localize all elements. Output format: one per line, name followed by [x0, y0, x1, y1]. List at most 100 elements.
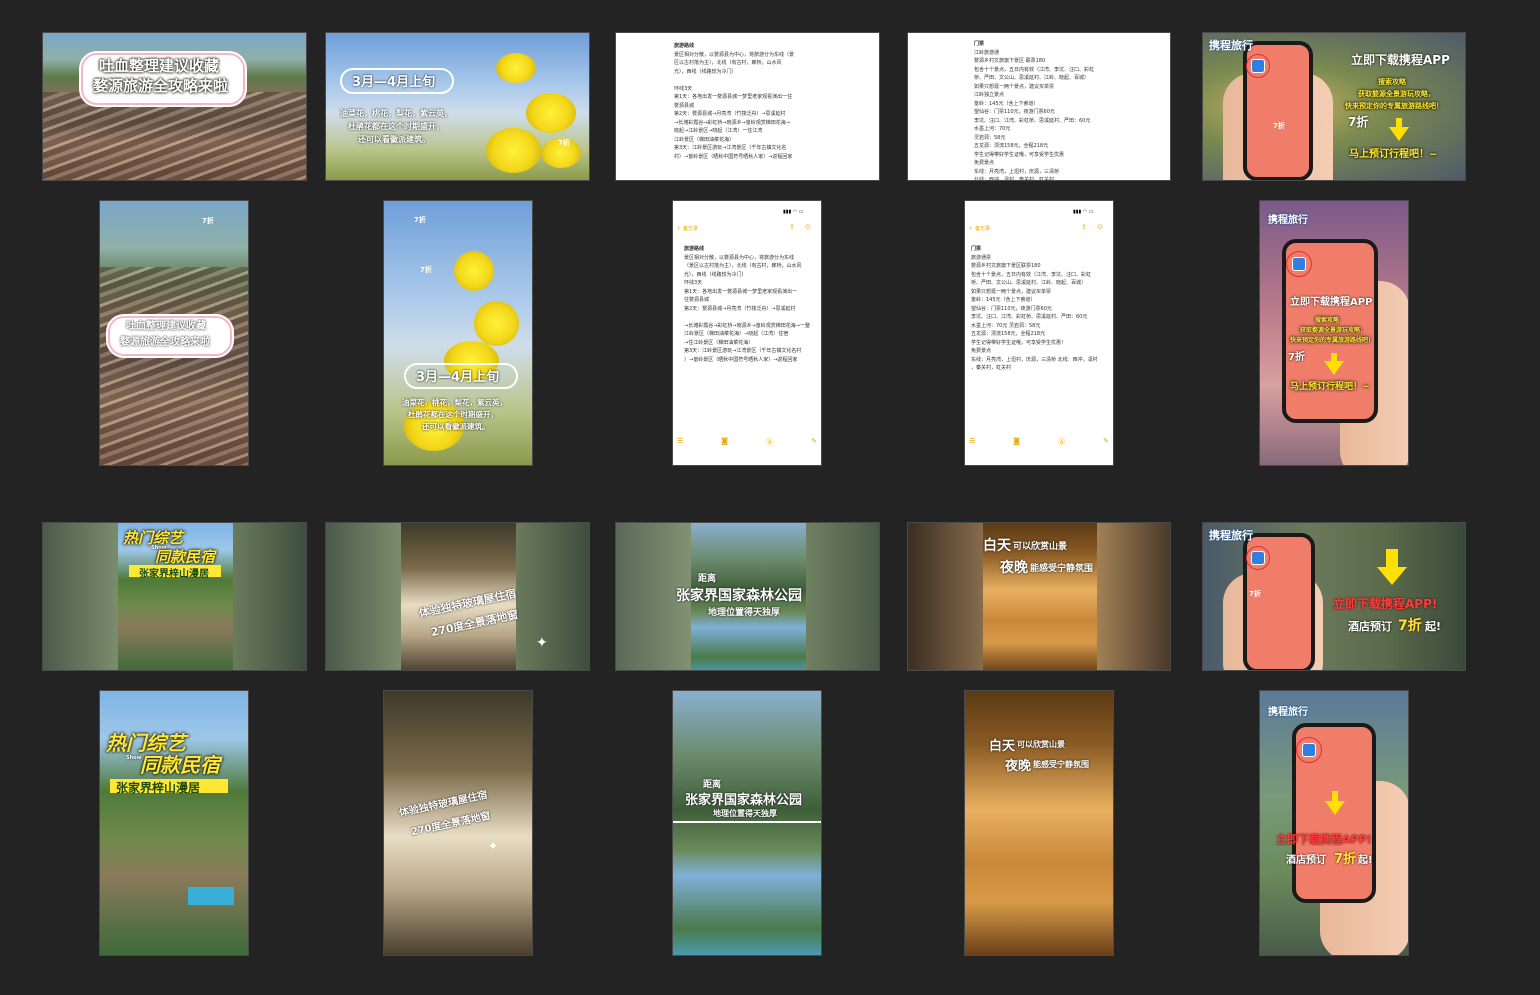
doc-line: ）→篁岭景区（晒秋中国符号晒秋人家）→返程回家 — [684, 356, 798, 363]
sub-3: 快来预定你的专属旅游路线吧！ — [1290, 337, 1375, 344]
hotel-discount: 7折 — [1398, 618, 1422, 634]
doc-line: 第1天：各地出发一婺源县城一梦里老家观看演出一 — [684, 288, 798, 295]
night-desc: 能感受宁静氛围 — [1033, 760, 1089, 769]
thumbnail-r2-ticket-notes[interactable]: ▮▮▮ ◠ ▭ ‹ 备忘录 ⇪ ⊙ 门票 旅游通票 婺源乡村文旅旗下景区联票180 包… — [964, 200, 1114, 466]
season-body-1: 油菜花，桃花，梨花，紫云英， — [402, 398, 507, 407]
markup-icon[interactable]: Ⓐ — [766, 437, 773, 447]
thumbnail-r4-glass-room[interactable]: 体验独特玻璃屋住宿 270度全景落地窗 ✦ — [383, 690, 533, 956]
doc-line: →长滩彩霞谷→彩虹桥→晓源乡→篁岭观赏梯田花海→一整 — [684, 322, 810, 329]
hotel-sub: 酒店预订 — [1286, 855, 1326, 866]
doc-line: 五龙源：漂流158元，全程218元 — [974, 143, 1049, 149]
promo-badge: 7折 — [1348, 115, 1369, 129]
thumbnail-r4-ctrip-hotel-promo[interactable]: 携程旅行 立即下载携程APP! 酒店预订 7折 起! — [1259, 690, 1409, 956]
thumbnail-r2-ctrip-promo[interactable]: 携程旅行 立即下载携程APP 搜索攻略 获取婺源全景游玩攻略， 快来预定你的专属… — [1259, 200, 1409, 466]
ctrip-logo: 携程旅行 — [1209, 39, 1253, 52]
sub-1: 搜索攻略 — [1315, 317, 1340, 324]
doc-line: 包含十个景点，五日内有效（江湾、李坑、汪口、彩虹 — [971, 271, 1092, 278]
doc-line: 篁岭：145元（含上下索道） — [971, 297, 1036, 303]
compose-icon[interactable]: ✎ — [1103, 437, 1109, 447]
ctrip-logo: 携程旅行 — [1268, 215, 1308, 226]
notes-toolbar: ☰ ◙ Ⓐ ✎ — [969, 437, 1109, 447]
share-icon[interactable]: ⇪ — [1081, 223, 1087, 231]
doc-line: 婺源乡村文旅旗下景区 联票180 — [974, 58, 1046, 64]
doc-line: 第3天：江岭景区游玩→江湾景区（千年古镇文化名村 — [684, 348, 802, 354]
thumbnail-r3-ctrip-hotel-promo[interactable]: 7折 携程旅行 立即下载携程APP! 酒店预订 7折 起! — [1202, 522, 1466, 671]
season-body-3: 还可以看徽派建筑。 — [358, 135, 430, 144]
doc-line: 望仙谷：门票110元，夜游门票60元 — [971, 305, 1052, 312]
discount-badge-top: 7折 — [414, 216, 426, 224]
camera-icon[interactable]: ◙ — [721, 437, 728, 447]
thumbnail-r3-forest-park[interactable]: 距离 张家界国家森林公园 地理位置得天独厚 — [615, 522, 880, 671]
thumbnail-r3-hotel-cover[interactable]: 热门综艺 Show 同款民宿 张家界梓山漫居 — [42, 522, 307, 671]
doc-line: 门票 — [974, 41, 985, 47]
doc-line: →住江岭景区（梯田油菜花海） — [684, 339, 754, 346]
more-icon[interactable]: ⊙ — [805, 223, 811, 231]
doc-line: 第1天：各地出发一婺源县城一梦里老家观看演出一住 — [674, 94, 793, 100]
thumbnail-r1-route-doc[interactable]: 旅游路线 景区相对分散，以婺源县为中心，将旅游分为东线（景 区以古村落为主），北线（… — [615, 32, 880, 181]
thumbnail-r4-hotel-cover[interactable]: 热门综艺 Show 同款民宿 张家界梓山漫居 — [99, 690, 249, 956]
thumbnail-r1-wuyuan-cover[interactable]: 吐血整理建议收藏 婺源旅游全攻略来啦 — [42, 32, 307, 181]
day-desc: 可以欣赏山景 — [1013, 542, 1068, 552]
doc-line: 光），西线（线路较为冷门） — [684, 271, 747, 278]
doc-line: 包含十个景点，五日内有效（江湾、李坑、汪口、彩虹 — [974, 66, 1095, 73]
hotel-suffix: 起! — [1425, 620, 1442, 633]
thumbnail-r2-wuyuan-cover[interactable]: 7折 吐血整理建议收藏 婺源旅游全攻略来啦 — [99, 200, 249, 466]
thumbnail-r2-route-notes[interactable]: ▮▮▮ ◠ ▭ ‹ 备忘录 ⇪ ⊙ 旅游路线 景区相对分散，以婺源县为中心，将旅游… — [672, 200, 822, 466]
arrow-stem — [1331, 353, 1337, 361]
compose-icon[interactable]: ✎ — [811, 437, 817, 447]
thumbnail-r1-flower-season[interactable]: 3月—4月上旬 油菜花，桃花，梨花，紫云英， 杜鹃花都在这个时期盛开， 还可以看… — [325, 32, 590, 181]
share-icon[interactable]: ⇪ — [789, 223, 795, 231]
doc-line: 第2天：婺源县城→月亮湾（竹筏泛舟）→思溪延村 — [684, 305, 796, 312]
thumbnail-r3-glass-room[interactable]: 体验独特玻璃屋住宿 270度全景落地窗 ✦ — [325, 522, 590, 671]
divider — [673, 821, 821, 823]
doc-line: 灵岩洞：58元 — [974, 134, 1006, 141]
title-line-2: 婺源旅游全攻略来啦 — [120, 337, 210, 348]
notes-back-label[interactable]: 备忘录 — [975, 225, 990, 232]
back-chevron-icon: ‹ — [969, 223, 973, 232]
doc-line: 旅游通票 — [971, 254, 992, 261]
night-label: 夜晚 — [1000, 560, 1028, 576]
checklist-icon[interactable]: ☰ — [677, 437, 683, 447]
route-doc-text: 旅游路线 景区相对分散，以婺源县为中心，将旅游分为东线（景 区以古村落为主），北线（… — [674, 42, 794, 161]
thumbnail-r1-ctrip-promo[interactable]: 7折 携程旅行 立即下载携程APP 搜索攻略 获取婺源全景游玩攻略， 快来预定你… — [1202, 32, 1466, 181]
notes-back-label[interactable]: 备忘录 — [683, 225, 698, 232]
village-roofs-image — [100, 267, 248, 465]
doc-line: 如果只想逛一两个景点，建议买单票 — [971, 288, 1052, 295]
thumbnail-r1-ticket-doc[interactable]: 门票江岭旅游通婺源乡村文旅旗下景区 联票180 包含十个景点，五日内有效（江湾、李… — [907, 32, 1171, 181]
title-line-2: 同款民宿 — [155, 548, 216, 566]
doc-line: 水墨上河：70元 — [974, 126, 1011, 132]
down-arrow-icon — [1325, 801, 1345, 815]
distance-prefix: 距离 — [698, 574, 717, 584]
hotel-discount: 7折 — [1334, 852, 1357, 867]
thumbnail-r4-library[interactable]: 白天 可以欣赏山景 夜晚 能感受宁静氛围 — [964, 690, 1114, 956]
phone-badge: 7折 — [1249, 590, 1261, 598]
pool-image — [188, 887, 234, 905]
thumbnail-r4-forest-park[interactable]: 距离 张家界国家森林公园 地理位置得天独厚 — [672, 690, 822, 956]
more-icon[interactable]: ⊙ — [1097, 223, 1103, 231]
sparkle-icon: ✦ — [536, 635, 548, 651]
doc-line: 水墨上河：70元 灵岩洞：58元 — [971, 322, 1041, 329]
sub-title: 张家界梓山漫居 — [116, 781, 201, 795]
season-heading: 3月—4月上旬 — [352, 75, 436, 90]
doc-line: 桥、严田、文公山、思溪延村、江岭、晓起、百城） — [971, 280, 1087, 286]
sub-1: 搜索攻略 — [1378, 78, 1406, 86]
checklist-icon[interactable]: ☰ — [969, 437, 975, 447]
route-notes-text: 旅游路线 景区相对分散，以婺源县为中心，将旅游分为东线 （景区以古村落为主），北线（… — [684, 245, 810, 364]
title-line-1: 吐血整理建议收藏 — [126, 321, 206, 332]
season-body-2: 杜鹃花都在这个时期盛开， — [348, 122, 444, 131]
markup-icon[interactable]: Ⓐ — [1058, 437, 1065, 447]
doc-line: 门票 — [971, 246, 982, 252]
doc-line: 晓起→江岭景区→晓起（江湾）一住江湾 — [674, 128, 763, 134]
doc-line: 旅游路线 — [674, 43, 695, 49]
camera-icon[interactable]: ◙ — [1013, 437, 1020, 447]
cta: 马上预订行程吧！~ — [1290, 382, 1370, 392]
thumbnail-r2-flower-season[interactable]: 7折 7折 3月—4月上旬 油菜花，桃花，梨花，紫云英， 杜鹃花都在这个时期盛开… — [383, 200, 533, 466]
discount-badge: 7折 — [202, 217, 214, 225]
doc-line: 学生记得带好学生证哦，可享受学生优惠 — [974, 151, 1065, 158]
thumbnail-r3-library[interactable]: 白天 可以欣赏山景 夜晚 能感受宁静氛围 — [907, 522, 1171, 671]
doc-line: 北线：西冲，凛村，秦关村，虹关村 — [974, 177, 1055, 181]
doc-line: 篁岭：145元（含上下索道） — [974, 100, 1039, 107]
discount-badge: 7折 — [558, 139, 570, 147]
doc-line: 江岭旅游通 — [974, 49, 1000, 56]
promo-badge: 7折 — [1288, 352, 1305, 363]
